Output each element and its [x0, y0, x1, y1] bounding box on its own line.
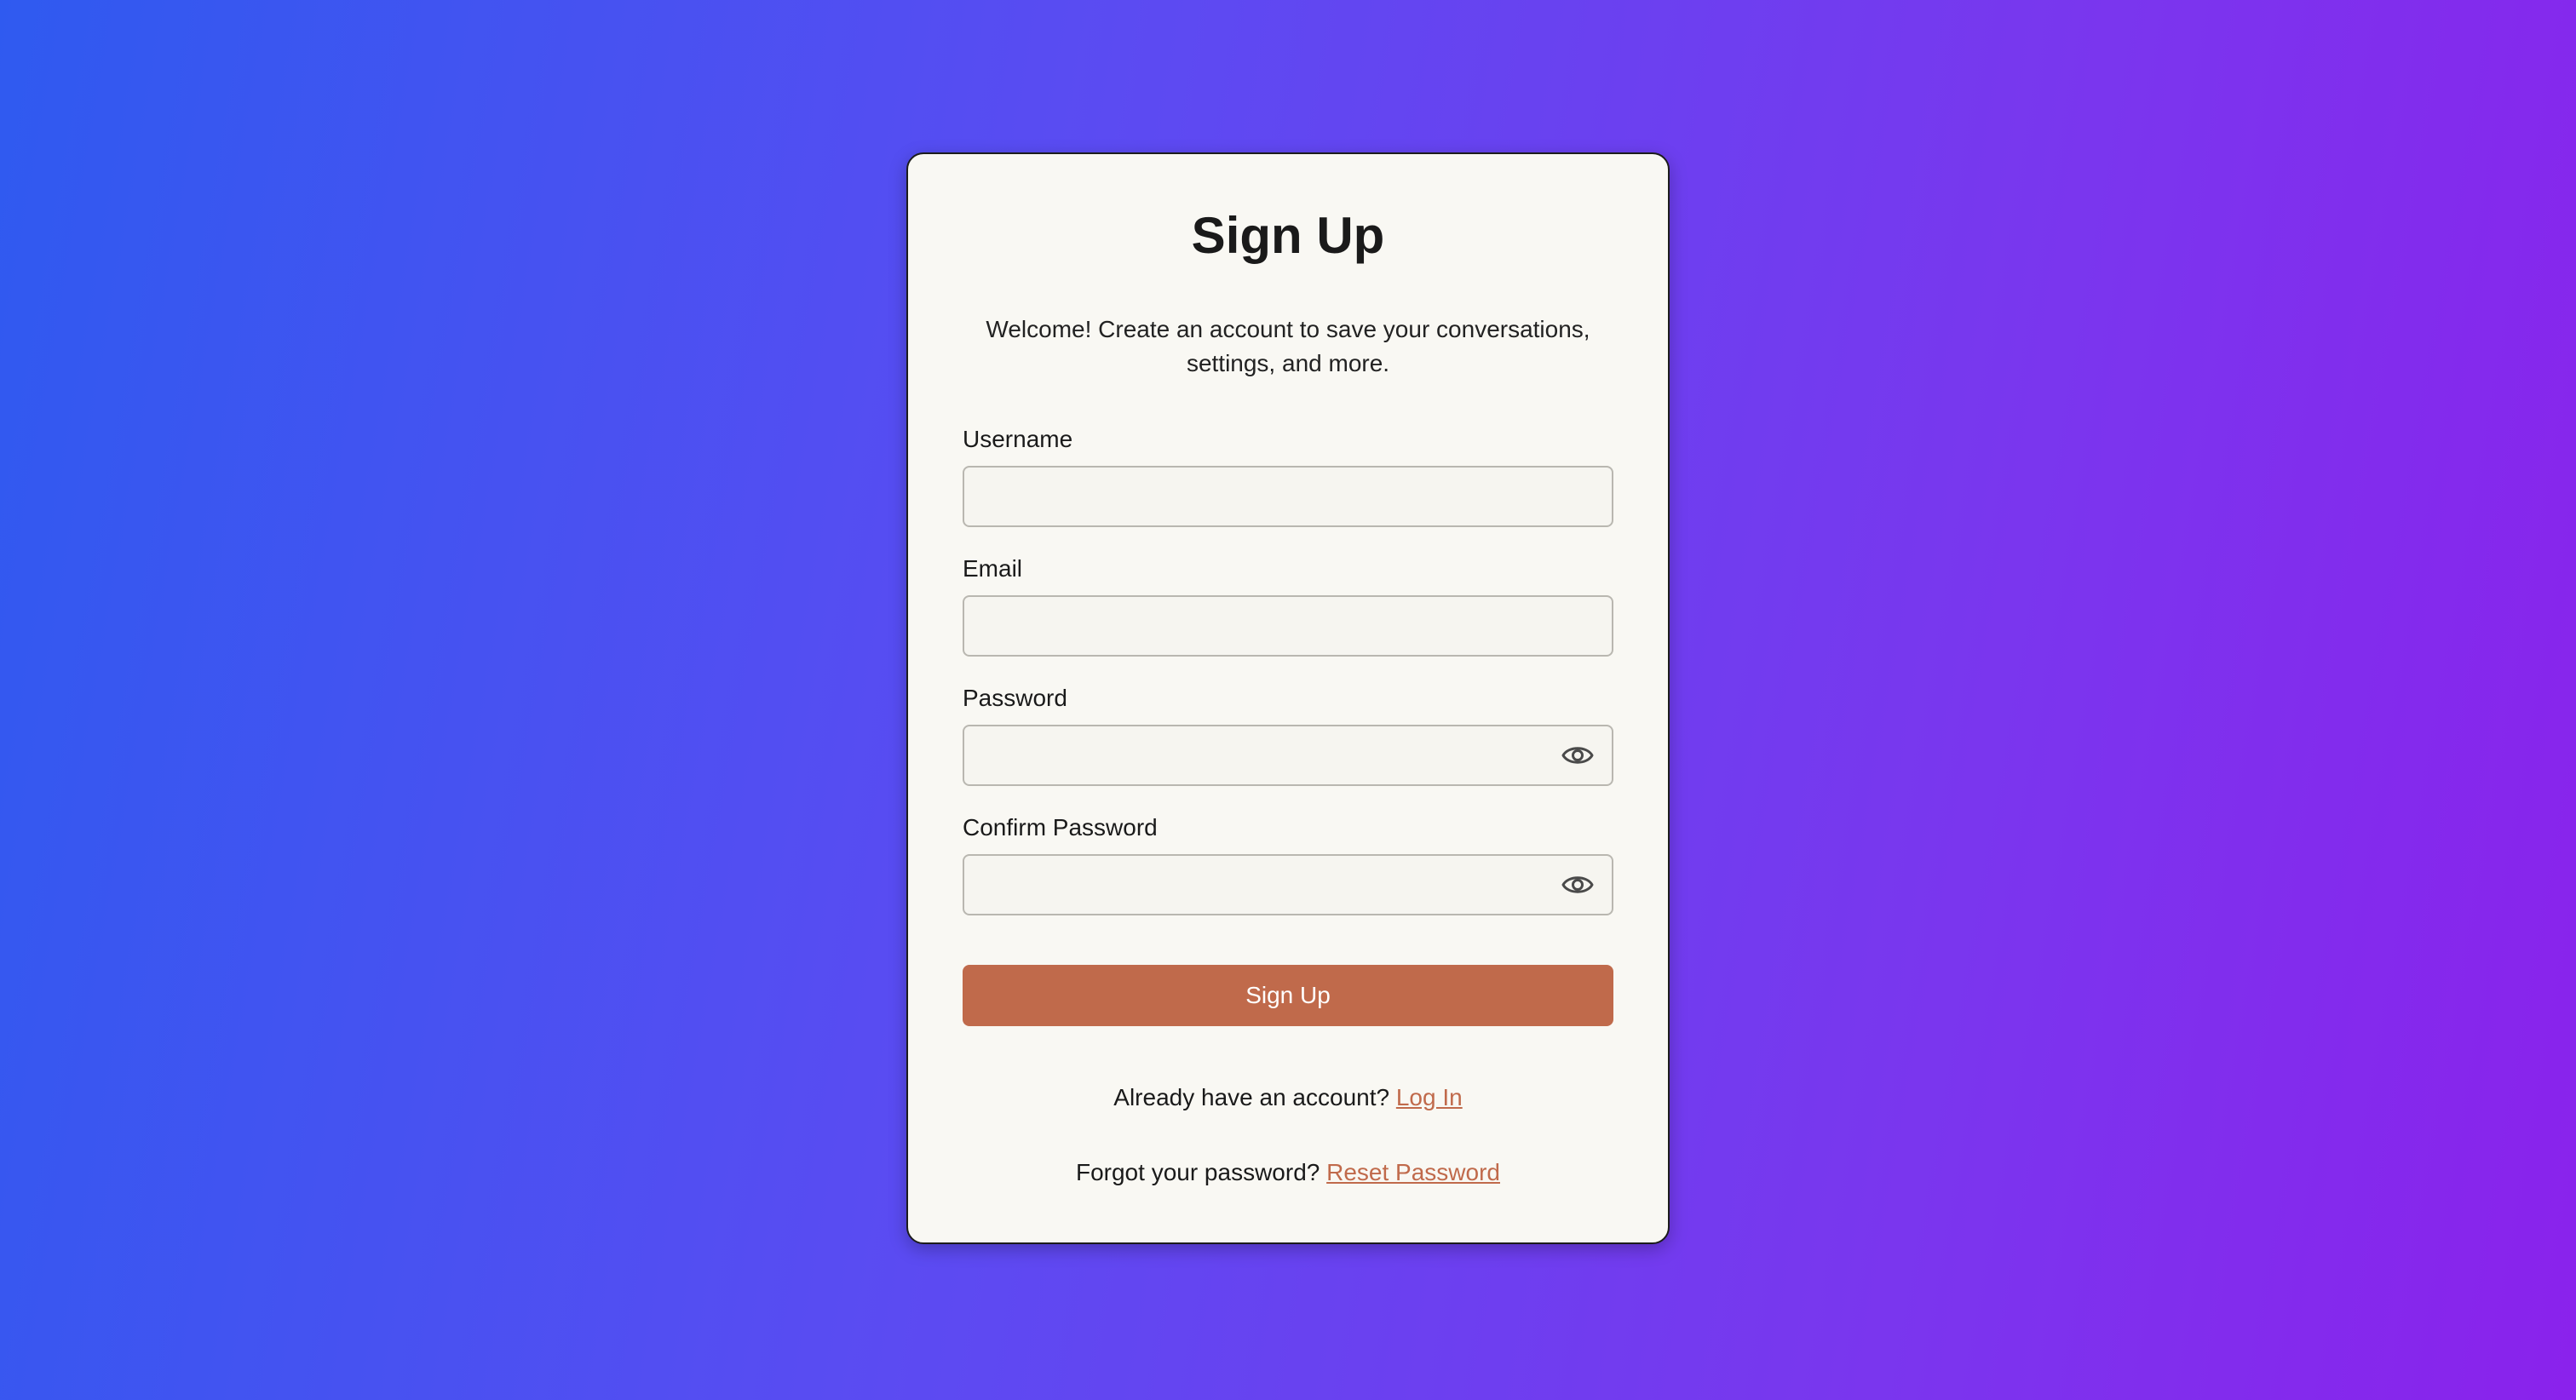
eye-icon[interactable]: [1561, 869, 1595, 900]
reset-prompt-line: Forgot your password? Reset Password: [908, 1159, 1668, 1186]
email-input[interactable]: [963, 595, 1613, 657]
password-input-wrapper: [963, 725, 1613, 786]
reset-password-link[interactable]: Reset Password: [1326, 1159, 1500, 1185]
username-input[interactable]: [963, 466, 1613, 527]
username-input-wrapper: [963, 466, 1613, 527]
password-input[interactable]: [963, 725, 1613, 786]
welcome-text: Welcome! Create an account to save your …: [986, 316, 1590, 376]
email-input-wrapper: [963, 595, 1613, 657]
password-field: Password: [963, 684, 1613, 786]
login-prompt-line: Already have an account? Log In: [908, 1084, 1668, 1111]
password-label: Password: [963, 685, 1067, 711]
username-field: Username: [963, 425, 1613, 527]
confirm-password-input[interactable]: [963, 854, 1613, 915]
email-label: Email: [963, 555, 1023, 582]
confirm-password-label: Confirm Password: [963, 814, 1158, 841]
reset-prompt-text: Forgot your password?: [1075, 1159, 1320, 1185]
sign-up-button[interactable]: Sign Up: [963, 965, 1613, 1026]
confirm-password-field: Confirm Password: [963, 813, 1613, 915]
login-prompt-text: Already have an account?: [1113, 1084, 1390, 1110]
confirm-password-input-wrapper: [963, 854, 1613, 915]
eye-icon[interactable]: [1561, 740, 1595, 771]
username-label: Username: [963, 426, 1073, 452]
login-link[interactable]: Log In: [1396, 1084, 1463, 1110]
email-field: Email: [963, 554, 1613, 657]
signup-card: Sign Up Welcome! Create an account to sa…: [906, 152, 1670, 1244]
page-title: Sign Up: [1191, 207, 1385, 264]
